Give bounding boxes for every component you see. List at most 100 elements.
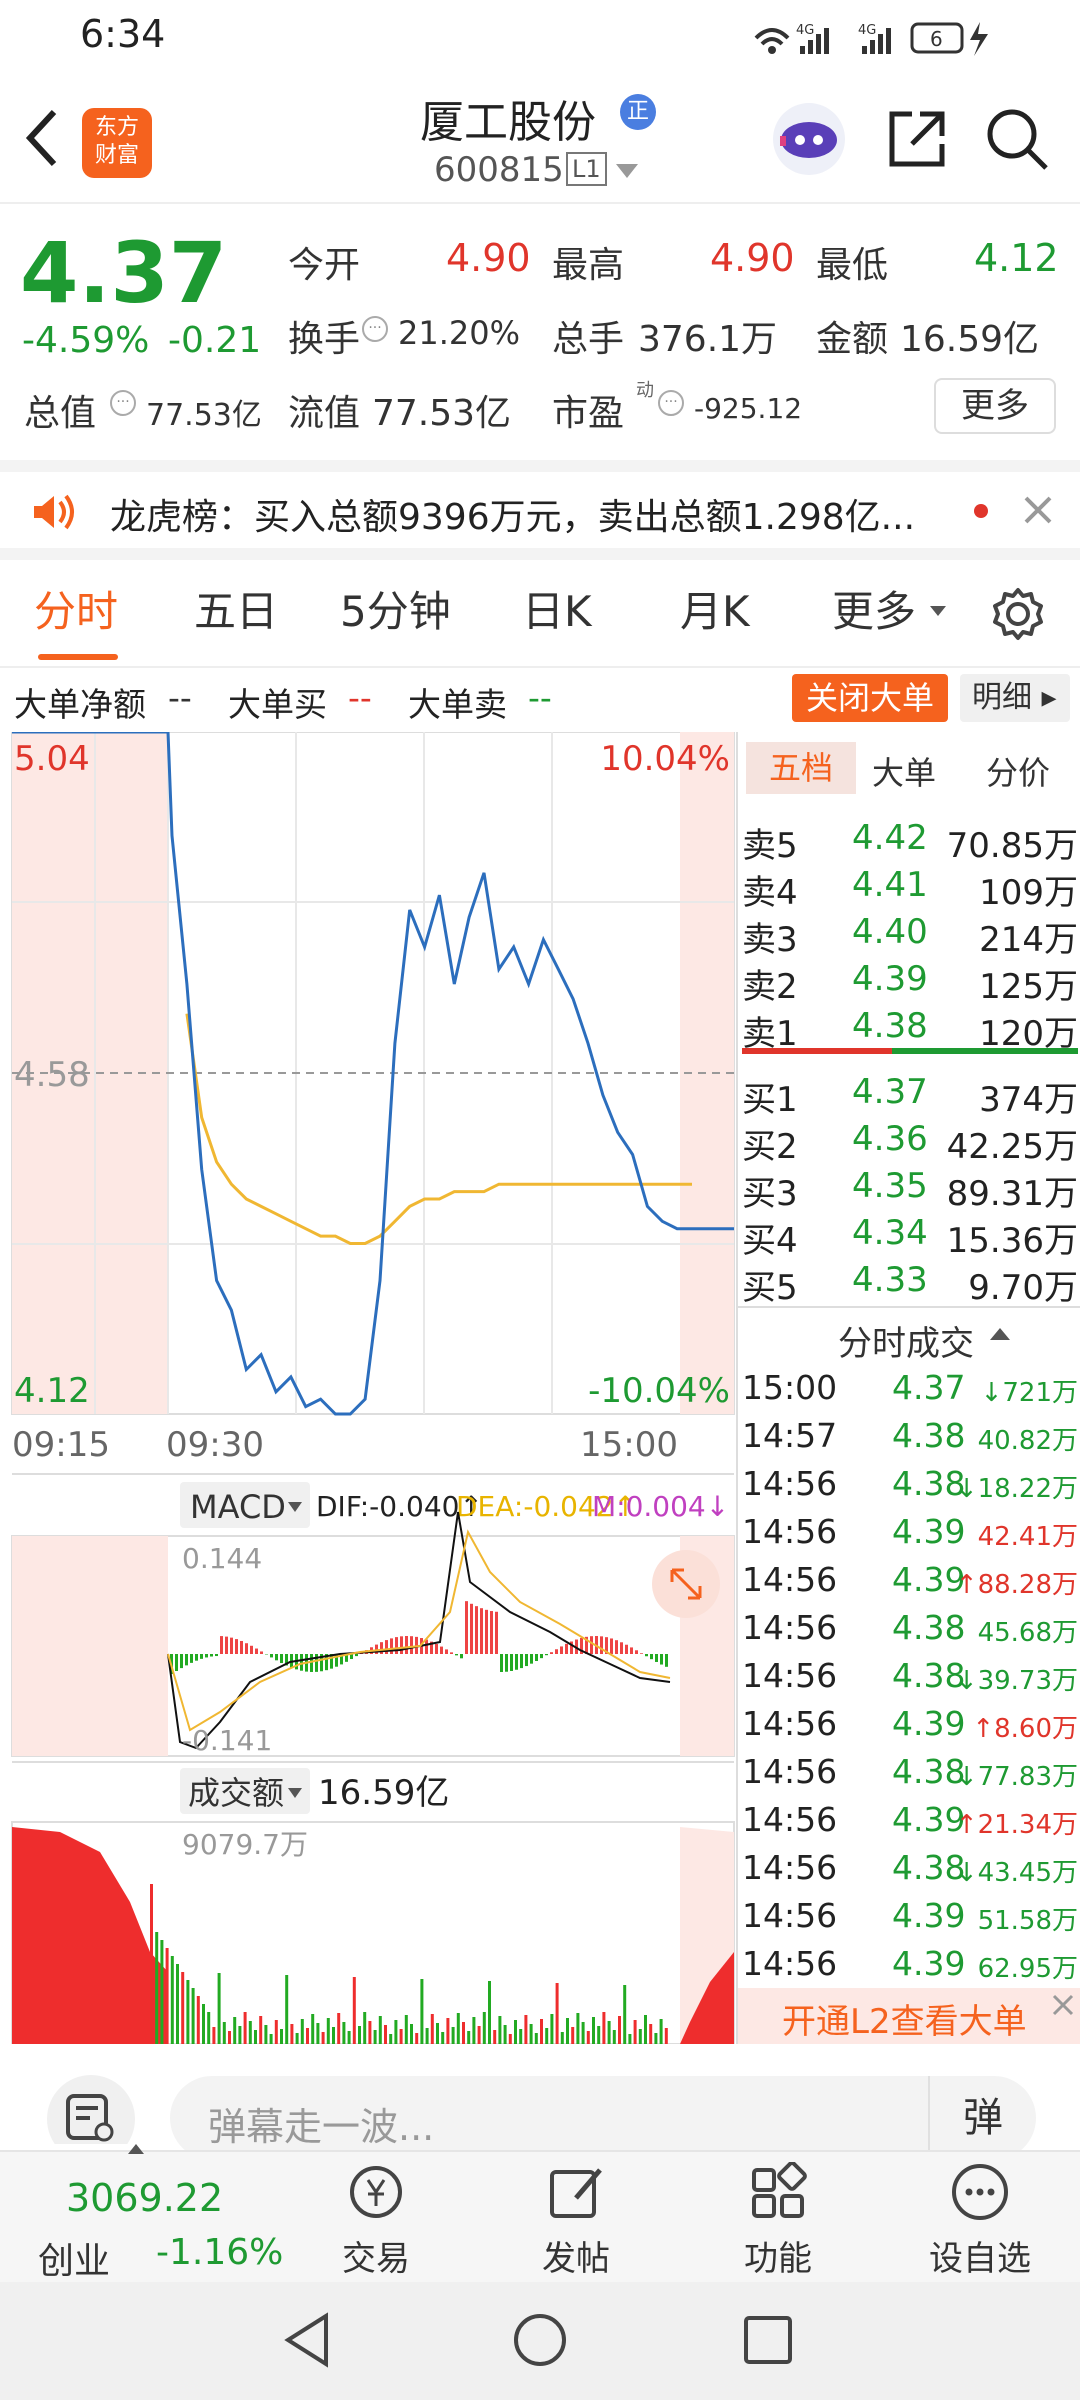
order-level[interactable]: 买1 4.37 374万: [738, 1070, 1080, 1120]
level-label: 卖2: [742, 967, 798, 1007]
close-icon[interactable]: [1022, 494, 1054, 526]
danmu-settings-icon[interactable]: [46, 2074, 136, 2144]
danmu-input[interactable]: 弹幕走一波... 弹: [170, 2076, 1036, 2160]
level-badge[interactable]: L1: [566, 152, 607, 186]
volume-bar: [597, 2026, 601, 2044]
tab-five-levels[interactable]: 五档: [746, 742, 856, 794]
level-price: 4.42: [852, 818, 928, 858]
volume-bar: [285, 1975, 289, 2044]
level-volume: 9.70万: [968, 1268, 1078, 1308]
nav-trade[interactable]: 交易: [296, 2162, 456, 2280]
macd-bar: [625, 1644, 628, 1654]
nav-add-watchlist[interactable]: 设自选: [900, 2162, 1060, 2280]
gear-icon[interactable]: [990, 586, 1046, 642]
low-label: 最低: [816, 245, 889, 286]
tab-intraday[interactable]: 分时: [34, 582, 118, 642]
ask-bid-ratio-green: [892, 1048, 1078, 1054]
volume-bar: [170, 1956, 174, 2044]
volume-label: 总手: [552, 319, 625, 360]
notice-bar[interactable]: 龙虎榜：买入总额9396万元，卖出总额1.298亿...: [0, 460, 1080, 560]
trade-row: 15:00 4.37 ↓721万: [738, 1366, 1080, 1414]
nav-functions[interactable]: 功能: [698, 2161, 858, 2280]
sort-up-icon[interactable]: [990, 1326, 1010, 1342]
trade-time: 14:56: [742, 1752, 838, 1791]
net-amount-label: 大单净额: [14, 685, 146, 724]
macd-bar: [355, 1654, 358, 1657]
close-icon[interactable]: [1050, 1992, 1076, 2018]
trade-volume: ↓43.45万: [955, 1858, 1078, 1888]
tab-more[interactable]: 更多: [832, 582, 916, 642]
signal-icons: 4G 4G 6: [754, 22, 988, 56]
turnover-label: 换手: [288, 319, 361, 360]
home-circle-icon[interactable]: [512, 2312, 568, 2368]
macd-bar: [665, 1654, 668, 1667]
volume-bar: [186, 1980, 190, 2044]
order-level[interactable]: 买2 4.36 42.25万: [738, 1117, 1080, 1167]
level-price: 4.34: [852, 1213, 928, 1253]
trade-row: 14:56 4.39 62.95万: [738, 1942, 1080, 1990]
tab-big-orders[interactable]: 大单: [872, 748, 936, 794]
volume-bar: [347, 2031, 351, 2044]
order-level[interactable]: 卖3 4.40 214万: [738, 910, 1080, 960]
level-price: 4.33: [852, 1260, 928, 1300]
level-label: 卖4: [742, 873, 798, 913]
level-label: 买1: [742, 1080, 798, 1120]
level-price: 4.36: [852, 1119, 928, 1159]
close-big-order-button[interactable]: 关闭大单: [792, 674, 948, 722]
order-level[interactable]: 买4 4.34 15.36万: [738, 1211, 1080, 1261]
macd-bar: [235, 1639, 238, 1654]
order-level[interactable]: 买5 4.33 9.70万: [738, 1258, 1080, 1308]
robot-avatar-icon[interactable]: [770, 100, 848, 178]
trade-row: 14:56 4.39 42.41万: [738, 1510, 1080, 1558]
macd-bar: [200, 1654, 203, 1659]
order-level[interactable]: 卖4 4.41 109万: [738, 863, 1080, 913]
trades-title[interactable]: 分时成交: [838, 1316, 974, 1365]
intraday-chart[interactable]: 5.04 4.58 4.12 10.04% -10.04% 09:15 09:3…: [0, 730, 736, 2045]
svg-text:4G: 4G: [796, 23, 814, 38]
recents-square-icon[interactable]: [742, 2314, 794, 2366]
info-icon[interactable]: ···: [362, 316, 388, 342]
order-level[interactable]: 买3 4.35 89.31万: [738, 1164, 1080, 1214]
macd-bar: [475, 1606, 478, 1654]
stock-header: 东方 财富 厦工股份 正 600815 L1: [0, 72, 1080, 204]
detail-button[interactable]: 明细 ▸: [960, 674, 1070, 722]
volume-bar: [378, 2016, 382, 2044]
index-ticker[interactable]: 3069.22 创业 -1.16%: [0, 2144, 283, 2284]
volume-bar: [326, 2018, 330, 2044]
tab-monthly-k[interactable]: 月K: [680, 582, 750, 642]
trade-time: 14:56: [742, 1896, 838, 1935]
nav-trade-label: 交易: [342, 2239, 410, 2279]
order-level[interactable]: 卖5 4.42 70.85万: [738, 816, 1080, 866]
trade-volume: 45.68万: [977, 1618, 1078, 1648]
info-icon[interactable]: ···: [658, 390, 684, 416]
back-triangle-icon[interactable]: [282, 2312, 336, 2368]
chevron-down-icon[interactable]: [616, 164, 638, 180]
macd-selector-label: MACD: [190, 1488, 286, 1526]
l2-banner[interactable]: 开通L2查看大单: [738, 1988, 1080, 2044]
enterprise-badge: 正: [620, 94, 656, 130]
order-level[interactable]: 卖2 4.39 125万: [738, 957, 1080, 1007]
tab-price-dist[interactable]: 分价: [986, 748, 1050, 794]
nav-post[interactable]: 发帖: [496, 2162, 656, 2280]
tab-5min[interactable]: 5分钟: [340, 582, 451, 642]
tab-5day[interactable]: 五日: [194, 582, 278, 642]
volume-bar: [155, 1932, 159, 2044]
volume-bar: [306, 2028, 309, 2044]
search-icon[interactable]: [984, 106, 1050, 172]
trade-volume: 42.41万: [977, 1522, 1078, 1552]
volume-bar: [321, 2032, 325, 2044]
danmu-send-button[interactable]: 弹: [928, 2076, 1036, 2160]
expand-icon[interactable]: [652, 1550, 720, 1618]
more-button[interactable]: 更多: [934, 378, 1056, 434]
share-icon[interactable]: [884, 106, 950, 172]
level-price: 4.37: [852, 1072, 928, 1112]
volume-bar: [191, 1988, 195, 2044]
volume-bar: [160, 1940, 164, 2044]
back-icon[interactable]: [22, 108, 62, 168]
tab-daily-k[interactable]: 日K: [522, 582, 592, 642]
order-level[interactable]: 卖1 4.38 120万: [738, 1004, 1080, 1054]
level-label: 买3: [742, 1174, 798, 1214]
volume-bar: [488, 1981, 491, 2044]
info-icon[interactable]: ···: [110, 390, 136, 416]
volume-bar: [394, 2020, 398, 2044]
